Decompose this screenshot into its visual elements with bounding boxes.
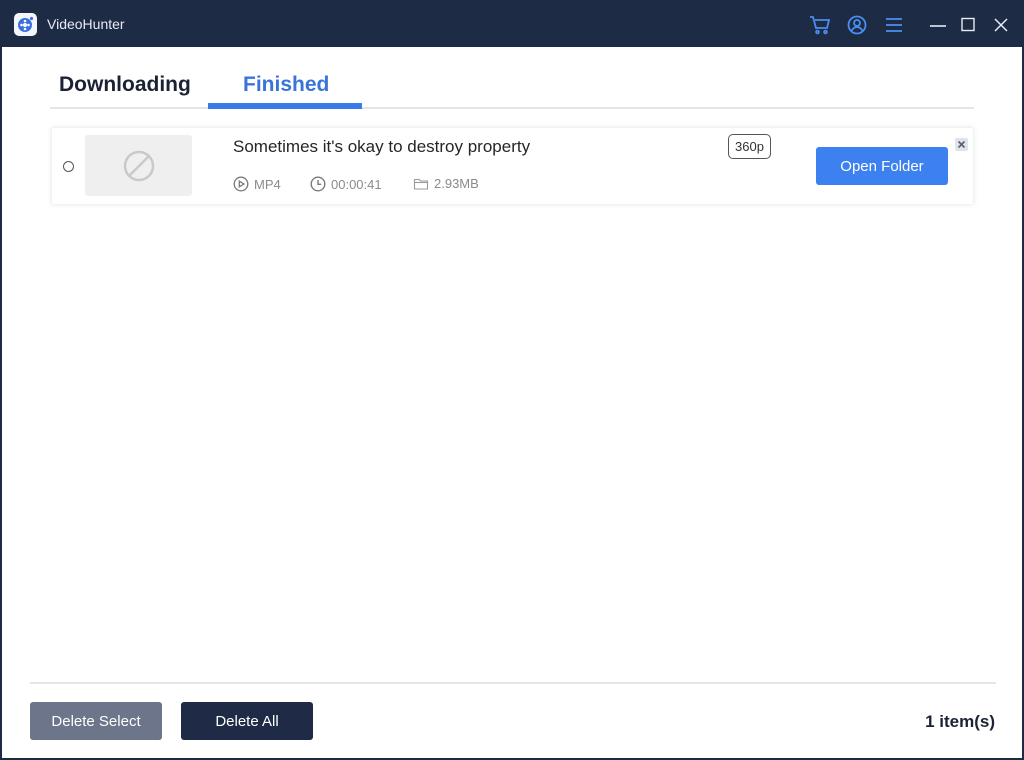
item-format: MP4 (233, 176, 281, 192)
tab-downloading[interactable]: Downloading (59, 73, 191, 97)
remove-item-button[interactable] (955, 138, 968, 151)
close-icon[interactable] (989, 13, 1013, 37)
item-size: 2.93MB (413, 176, 479, 191)
footer-divider (30, 682, 996, 684)
open-folder-button[interactable]: Open Folder (816, 147, 948, 185)
delete-all-button[interactable]: Delete All (181, 702, 313, 740)
app-logo-icon (14, 13, 37, 36)
list-item: Sometimes it's okay to destroy property … (51, 127, 974, 205)
play-circle-icon (233, 176, 249, 192)
app-window: VideoHunter Downloading Finished Sometim… (1, 0, 1023, 759)
main-content: Downloading Finished Sometimes it's okay… (2, 47, 1022, 758)
menu-icon[interactable] (882, 13, 906, 37)
clock-icon (310, 176, 326, 192)
tab-bar: Downloading Finished (50, 71, 974, 109)
delete-select-button[interactable]: Delete Select (30, 702, 162, 740)
folder-icon (413, 178, 429, 190)
maximize-icon[interactable] (956, 13, 980, 37)
item-thumbnail (85, 135, 192, 196)
unavailable-icon (123, 150, 154, 181)
tab-finished[interactable]: Finished (243, 73, 329, 97)
item-duration: 00:00:41 (310, 176, 382, 192)
close-small-icon (957, 140, 966, 149)
item-format-text: MP4 (254, 176, 281, 192)
item-duration-text: 00:00:41 (331, 176, 382, 192)
item-size-text: 2.93MB (434, 176, 479, 191)
active-tab-indicator (208, 103, 362, 109)
titlebar: VideoHunter (2, 1, 1022, 47)
item-count: 1 item(s) (925, 712, 995, 731)
item-select-radio[interactable] (63, 161, 74, 172)
minimize-icon[interactable] (926, 13, 950, 37)
quality-badge: 360p (728, 134, 771, 159)
cart-icon[interactable] (808, 13, 832, 37)
item-title: Sometimes it's okay to destroy property (233, 137, 531, 156)
app-title: VideoHunter (47, 16, 125, 32)
account-icon[interactable] (845, 13, 869, 37)
